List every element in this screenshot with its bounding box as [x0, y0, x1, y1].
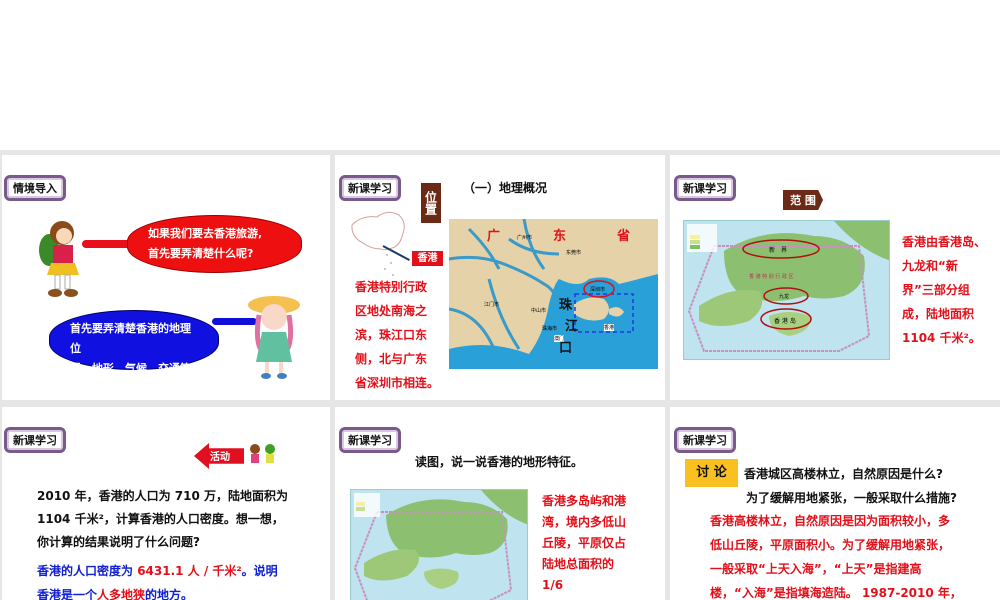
terrain-shapes [353, 490, 527, 600]
kids-running-icon [250, 444, 275, 463]
section-tag: 新课学习 [339, 427, 401, 453]
section-tag: 新课学习 [674, 427, 736, 453]
slide-title: （一）地理概况 [463, 181, 548, 195]
section-tag: 新课学习 [674, 175, 736, 201]
city-label: 东莞市 [566, 250, 582, 256]
section-tag: 情境导入 [4, 175, 66, 201]
activity-label: 活动 [210, 452, 230, 463]
speech-bubble-question: 如果我们要去香港旅游, 首先要弄清楚什么呢? [127, 215, 302, 273]
map-region-label: 九龙 [779, 294, 790, 300]
city-label: 珠海市 [542, 326, 558, 332]
map-region-label: 新 界 [769, 247, 788, 254]
discussion-answer: 香港高楼林立，自然原因是因为面积较小，多 低山丘陵，平原面积小。为了缓解用地紧张，… [710, 514, 962, 600]
city-label: 深圳市 [590, 287, 606, 293]
girl-backpack-illustration [39, 221, 79, 297]
discussion-label: 讨 论 [685, 459, 738, 487]
speech-bubble-answer: 首先要弄清楚香港的地理位 置、地形、气候、交通等 [49, 310, 219, 375]
pearl-river-delta-map[interactable]: 广 东 省 广州市 东莞市 江门市 中山市 珠海市 澳门 深圳市 香港 珠 江 … [449, 219, 658, 369]
slide-thumbnail-6[interactable]: 新课学习 讨 论 香港城区高楼林立，自然原因是什么? 为了缓解用地紧张，一般采取什… [670, 407, 1000, 600]
city-label: 中山市 [531, 308, 547, 314]
section-tag: 新课学习 [4, 427, 66, 453]
province-char: 省 [617, 229, 631, 244]
slide-title: 读图，说一说香港的地形特征。 [415, 455, 584, 469]
slide-thumbnail-5[interactable]: 新课学习 读图，说一说香港的地形特征。 香港多岛屿和港 湾，境内多低山 丘陵，平原仅… [335, 407, 665, 600]
slide-thumbnail-1[interactable]: 情境导入 如果我们要去香港旅游, 首先要弄清楚什么呢? 首先要弄清楚香港的地理位置… [2, 155, 330, 400]
terrain-description: 香港多岛屿和港 湾，境内多低山 丘陵，平原仅占 陆地总面积的 1/6 [542, 494, 627, 592]
hong-kong-terrain-map[interactable]: 新 界 九龙 香 港 岛 香 港 特 别 行 政 区 [683, 220, 890, 360]
map-region-label: 香 港 岛 [774, 318, 796, 325]
city-label: 广州市 [517, 235, 533, 241]
china-map-outline [351, 211, 405, 276]
map-region-label: 香 港 特 别 行 政 区 [749, 274, 794, 280]
section-tag: 新课学习 [339, 175, 401, 201]
hong-kong-label: 香港 [412, 251, 443, 266]
slide-grid: 情境导入 如果我们要去香港旅游, 首先要弄清楚什么呢? 首先要弄清楚香港的地理位置… [0, 150, 1000, 600]
activity-question: 2010 年，香港的人口为 710 万，陆地面积为 1104 千米²，计算香港的人… [37, 489, 288, 549]
activity-answer: 香港的人口密度为 6431.1 人 / 千米²。说明 香港是一个人多地狭的地方。 [37, 564, 278, 600]
city-label: 江门市 [484, 302, 500, 308]
slide-thumbnail-3[interactable]: 新课学习 范 围 新 界 九龙 香 港 岛 香 港 特 别 行 政 区 香港由香… [670, 155, 1000, 400]
scope-description: 香港由香港岛、 九龙和“新 界”三部分组 成，陆地面积 1104 千米²。 [902, 235, 987, 345]
city-label: 香港 [604, 324, 615, 331]
hong-kong-terrain-map[interactable] [350, 489, 528, 600]
slide-thumbnail-4[interactable]: 新课学习 活动 2010 年，香港的人口为 710 万，陆地面积为 1104 千米… [2, 407, 330, 600]
river-char: 珠 [559, 298, 573, 313]
position-label: 位置 [421, 183, 441, 223]
province-char: 东 [553, 229, 567, 244]
location-description: 香港特别行政 区地处南海之 滨，珠江口东 侧，北与广东 省深圳市相连。 [355, 280, 440, 390]
girl-hat-illustration [248, 296, 300, 379]
river-char: 江 [565, 319, 579, 334]
terrain-shapes [687, 221, 889, 352]
river-char: 口 [559, 341, 573, 356]
scope-label: 范 围 [783, 190, 823, 210]
discussion-question: 香港城区高楼林立，自然原因是什么? 为了缓解用地紧张，一般采取什么措施? [744, 467, 957, 505]
slide-thumbnail-2[interactable]: 新课学习 位置 （一）地理概况 香港 香港特别行政 区地处南海之 滨，珠江口东 侧，北… [335, 155, 665, 400]
province-char: 广 [487, 229, 501, 244]
